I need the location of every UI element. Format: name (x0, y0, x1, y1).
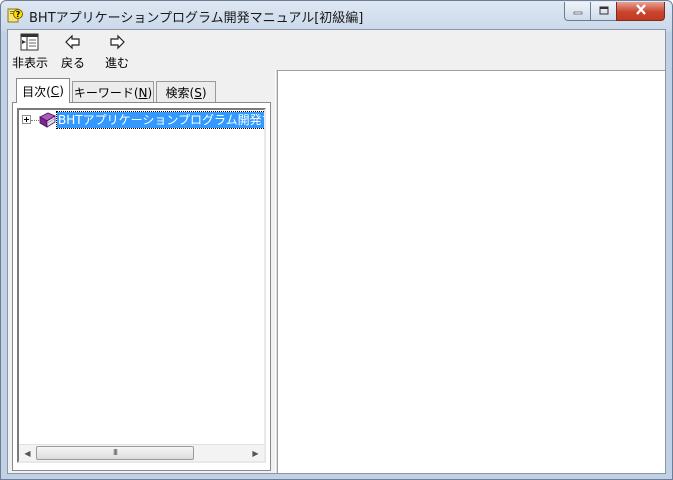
window-title: BHTアプリケーションプログラム開発マニュアル[初級編] (29, 11, 364, 26)
navigation-tabs: 目次(C) キーワード(N) 検索(S) (12, 78, 272, 103)
minimize-button[interactable] (564, 2, 591, 21)
back-button[interactable]: 戻る (58, 32, 88, 70)
back-label: 戻る (60, 56, 85, 70)
tab-keyword-accesskey: N (138, 85, 148, 100)
navigation-pane: 目次(C) キーワード(N) 検索(S) BHTアプリケーションプログラム… (8, 70, 275, 473)
tab-contents[interactable]: 目次(C) (16, 78, 70, 103)
forward-button[interactable]: 進む (102, 32, 132, 70)
maximize-icon (599, 4, 609, 18)
expand-plus-icon[interactable] (22, 115, 31, 124)
scroll-right-icon[interactable]: ▶ (247, 445, 264, 461)
book-icon (38, 112, 56, 128)
forward-arrow-icon (107, 32, 127, 55)
scroll-thumb[interactable]: III (36, 446, 194, 460)
contents-panel: BHTアプリケーションプログラム開発マニュ ◀ III ▶ (12, 102, 271, 471)
tab-keyword[interactable]: キーワード(N) (72, 81, 154, 103)
tab-search-label: 検索( (165, 86, 195, 100)
hide-pane-icon (19, 32, 41, 55)
maximize-button[interactable] (590, 2, 617, 21)
back-arrow-icon (63, 32, 83, 55)
tab-contents-label: 目次( (22, 84, 51, 99)
help-question-icon: ? (7, 7, 23, 23)
tab-contents-accesskey: C (50, 84, 60, 98)
client-area: 非表示 戻る 進む 目次(C) キーワード(N) 検索(S) BHT… (7, 29, 666, 474)
tab-search-label-end: ) (201, 85, 207, 100)
svg-text:?: ? (16, 10, 21, 19)
horizontal-scrollbar[interactable]: ◀ III ▶ (19, 444, 264, 461)
scroll-left-icon[interactable]: ◀ (19, 445, 36, 461)
tree-node-label[interactable]: BHTアプリケーションプログラム開発マニュ (56, 111, 264, 129)
tab-keyword-label: キーワード( (73, 86, 139, 100)
close-icon (635, 4, 647, 18)
help-window: ? BHTアプリケーションプログラム開発マニュアル[初級編] 非表示 戻る 進む… (0, 0, 673, 480)
tab-keyword-label-end: ) (147, 85, 153, 100)
hide-button[interactable]: 非表示 (10, 32, 50, 70)
tab-search-accesskey: S (194, 85, 202, 100)
close-button[interactable] (616, 2, 665, 21)
forward-label: 進む (104, 56, 129, 70)
hide-label: 非表示 (11, 56, 48, 70)
scroll-grip: III (112, 448, 118, 457)
tab-search[interactable]: 検索(S) (156, 81, 216, 103)
topic-content-pane[interactable] (277, 70, 665, 473)
title-bar[interactable]: ? BHTアプリケーションプログラム開発マニュアル[初級編] (1, 1, 672, 29)
tab-contents-label-end: ) (59, 84, 64, 98)
contents-tree[interactable]: BHTアプリケーションプログラム開発マニュ ◀ III ▶ (17, 108, 266, 463)
minimize-icon (573, 4, 583, 18)
toolbar: 非表示 戻る 進む (8, 30, 665, 70)
tree-node[interactable]: BHTアプリケーションプログラム開発マニュ (19, 111, 264, 129)
